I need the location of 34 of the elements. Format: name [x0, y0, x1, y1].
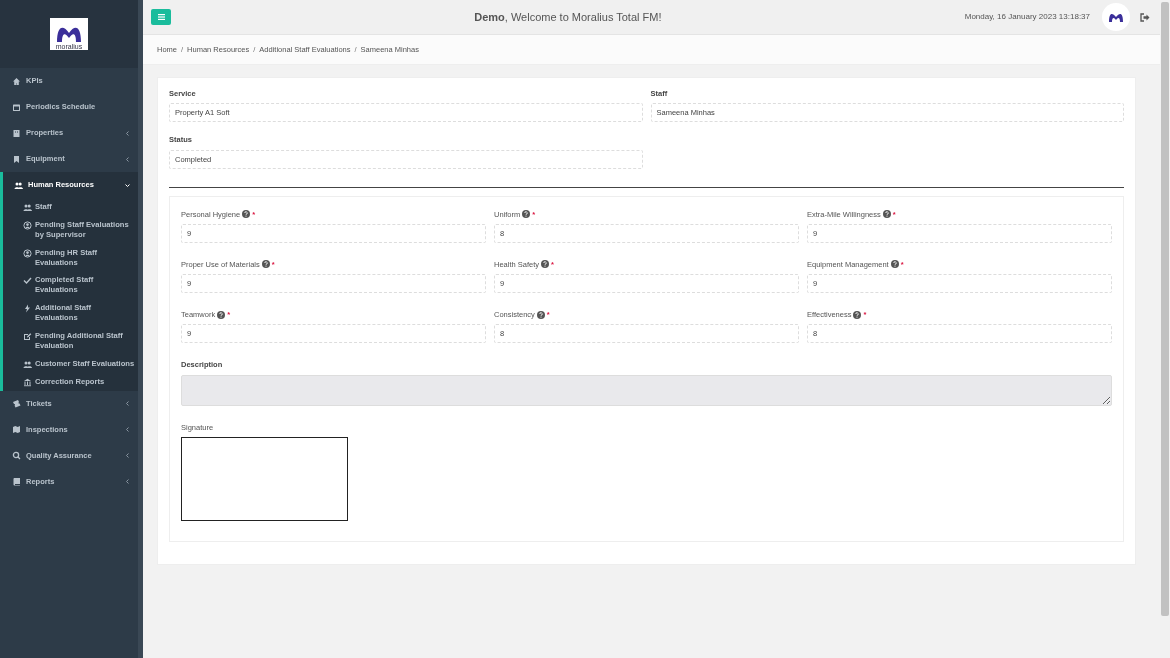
bookmark-icon — [12, 154, 21, 164]
signature-pad[interactable] — [181, 436, 348, 521]
welcome-message: Demo, Welcome to Moralius Total FM! — [473, 9, 663, 25]
help-icon[interactable] — [242, 210, 251, 219]
bank-icon — [23, 377, 32, 387]
bolt-icon — [23, 304, 32, 314]
help-icon[interactable] — [541, 260, 549, 269]
book-icon — [12, 477, 21, 487]
help-icon[interactable] — [890, 260, 899, 269]
help-icon[interactable] — [536, 310, 545, 319]
help-icon[interactable] — [882, 210, 891, 219]
calendar-icon — [12, 102, 21, 112]
search-icon — [12, 451, 21, 461]
help-icon[interactable] — [261, 260, 270, 269]
users-icon — [23, 203, 32, 212]
check-icon — [23, 276, 32, 286]
edit-icon — [23, 331, 32, 341]
logout-icon[interactable] — [1140, 12, 1150, 22]
user-circle-icon — [23, 248, 32, 258]
help-icon[interactable] — [522, 210, 531, 219]
ticket-icon — [12, 399, 21, 409]
user-circle-icon — [23, 221, 32, 230]
users-icon — [14, 180, 23, 190]
building-icon — [12, 128, 21, 138]
date-time: Monday, 16 January 2023 13:18:37 — [964, 11, 1090, 23]
user-avatar[interactable] — [1102, 3, 1130, 31]
users-icon — [23, 359, 32, 369]
description-field[interactable] — [181, 374, 1112, 406]
map-icon — [12, 425, 21, 435]
menu-icon — [157, 14, 165, 20]
scrollbar-thumb[interactable] — [1161, 2, 1169, 616]
home-icon — [12, 76, 21, 86]
help-icon[interactable] — [853, 310, 862, 319]
help-icon[interactable] — [217, 310, 226, 319]
